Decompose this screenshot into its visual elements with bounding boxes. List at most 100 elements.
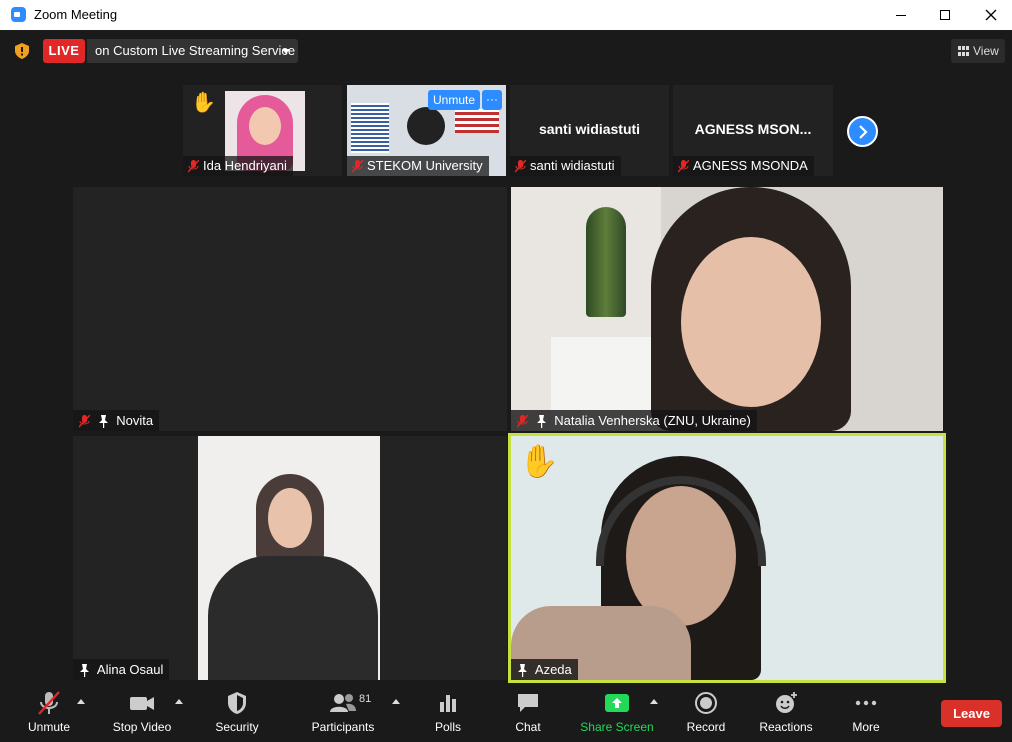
participant-name-bar: Alina Osaul bbox=[73, 659, 170, 680]
video-face bbox=[681, 237, 821, 407]
participant-display-name: AGNESS MSON... bbox=[694, 121, 812, 137]
live-service-label: on Custom Live Streaming Service bbox=[95, 43, 296, 58]
pin-icon bbox=[518, 664, 527, 678]
video-tile-novita[interactable]: Novita bbox=[73, 187, 507, 431]
strip-tile-stekom[interactable]: Unmute ··· STEKOM University bbox=[347, 85, 506, 176]
participants-options-caret[interactable] bbox=[392, 699, 400, 704]
live-service-dropdown[interactable]: on Custom Live Streaming Service bbox=[87, 39, 298, 63]
muted-mic-icon bbox=[678, 160, 689, 173]
stop-video-label: Stop Video bbox=[112, 720, 172, 734]
participant-name: Azeda bbox=[534, 662, 572, 677]
more-button[interactable]: More bbox=[846, 684, 886, 742]
security-button[interactable]: Security bbox=[210, 684, 264, 742]
muted-mic-icon bbox=[188, 160, 199, 173]
participant-name: Novita bbox=[116, 413, 154, 428]
muted-mic-icon bbox=[515, 160, 526, 173]
participant-name-bar: Novita bbox=[73, 410, 160, 431]
audio-options-caret[interactable] bbox=[77, 699, 85, 704]
window-title: Zoom Meeting bbox=[34, 7, 118, 22]
participants-icon bbox=[330, 694, 356, 712]
close-icon bbox=[985, 9, 997, 21]
stop-video-button[interactable]: Stop Video bbox=[108, 684, 176, 742]
muted-mic-icon bbox=[38, 691, 60, 715]
unmute-overlay-button[interactable]: Unmute bbox=[428, 90, 480, 110]
pin-icon bbox=[98, 415, 108, 429]
meeting-toolbar: Unmute Stop Video Security Participants … bbox=[0, 684, 1012, 742]
leave-button[interactable]: Leave bbox=[941, 700, 1002, 727]
participant-name: Ida Hendriyani bbox=[203, 158, 287, 173]
share-screen-label: Share Screen bbox=[580, 720, 654, 734]
unmute-button[interactable]: Unmute bbox=[18, 684, 80, 742]
video-options-caret[interactable] bbox=[175, 699, 183, 704]
record-button[interactable]: Record bbox=[684, 684, 728, 742]
video-tile-natalia[interactable]: Natalia Venherska (ZNU, Ukraine) bbox=[511, 187, 943, 431]
polls-button[interactable]: Polls bbox=[426, 684, 470, 742]
video-tile-alina[interactable]: Alina Osaul bbox=[73, 436, 507, 680]
strip-tile-santi[interactable]: santi widiastuti santi widiastuti bbox=[510, 85, 669, 176]
video-camera-icon bbox=[130, 697, 154, 710]
encryption-shield-icon[interactable] bbox=[15, 43, 29, 59]
record-label: Record bbox=[686, 720, 726, 734]
participants-count: 81 bbox=[359, 693, 372, 705]
chat-label: Chat bbox=[515, 720, 541, 734]
reactions-smiley-icon bbox=[776, 692, 797, 713]
record-icon bbox=[695, 692, 717, 714]
raised-hand-icon: ✋ bbox=[519, 443, 559, 479]
more-dots-icon bbox=[855, 700, 877, 706]
caret-down-icon bbox=[282, 49, 290, 54]
participant-name-bar: Natalia Venherska (ZNU, Ukraine) bbox=[511, 410, 757, 431]
reactions-button[interactable]: Reactions bbox=[757, 684, 815, 742]
chat-button[interactable]: Chat bbox=[508, 684, 548, 742]
view-button[interactable]: View bbox=[951, 39, 1005, 63]
close-button[interactable] bbox=[968, 0, 1012, 30]
participant-name: Alina Osaul bbox=[96, 662, 164, 677]
participant-name: AGNESS MSONDA bbox=[693, 158, 808, 173]
meeting-top-bar: LIVE on Custom Live Streaming Service Vi… bbox=[0, 30, 1012, 72]
participant-name-bar: AGNESS MSONDA bbox=[673, 156, 814, 176]
participant-name-bar: STEKOM University bbox=[347, 156, 489, 176]
unmute-label: Unmute bbox=[27, 720, 71, 734]
live-badge[interactable]: LIVE bbox=[43, 39, 85, 63]
raised-hand-icon: ✋ bbox=[191, 92, 216, 114]
share-screen-button[interactable]: Share Screen bbox=[578, 684, 656, 742]
participant-name-bar: santi widiastuti bbox=[510, 156, 621, 176]
participant-name-bar: Azeda bbox=[511, 659, 578, 680]
strip-tile-agness[interactable]: AGNESS MSON... AGNESS MSONDA bbox=[673, 85, 833, 176]
view-label: View bbox=[973, 44, 999, 58]
muted-mic-icon bbox=[517, 415, 528, 428]
maximize-icon bbox=[940, 10, 950, 21]
chat-bubble-icon bbox=[518, 694, 538, 712]
participant-name-bar: Ida Hendriyani bbox=[183, 156, 293, 176]
zoom-app-icon bbox=[11, 7, 26, 22]
pin-icon bbox=[80, 664, 89, 678]
minimize-icon bbox=[896, 14, 906, 16]
title-bar: Zoom Meeting bbox=[0, 0, 1012, 30]
video-plant bbox=[586, 207, 626, 317]
pin-icon bbox=[536, 415, 546, 429]
muted-mic-icon bbox=[352, 160, 363, 173]
reactions-label: Reactions bbox=[759, 720, 813, 734]
more-label: More bbox=[852, 720, 880, 734]
grid-view-icon bbox=[958, 46, 969, 56]
video-tile-azeda[interactable]: ✋ Azeda bbox=[511, 436, 943, 680]
participants-label: Participants bbox=[311, 720, 375, 734]
strip-tile-ida[interactable]: ✋ Ida Hendriyani bbox=[183, 85, 342, 176]
video-background bbox=[198, 436, 380, 680]
participant-name: STEKOM University bbox=[367, 158, 483, 173]
polls-label: Polls bbox=[434, 720, 461, 734]
share-screen-icon bbox=[605, 694, 629, 712]
polls-bar-chart-icon bbox=[440, 695, 456, 712]
security-label: Security bbox=[215, 720, 259, 734]
participant-display-name: santi widiastuti bbox=[538, 121, 641, 137]
participant-name: santi widiastuti bbox=[530, 158, 615, 173]
share-options-caret[interactable] bbox=[650, 699, 658, 704]
muted-mic-icon bbox=[79, 415, 90, 428]
more-options-button[interactable]: ··· bbox=[482, 90, 502, 110]
participant-name: Natalia Venherska (ZNU, Ukraine) bbox=[554, 413, 751, 428]
maximize-button[interactable] bbox=[922, 0, 968, 30]
minimize-button[interactable] bbox=[878, 0, 924, 30]
next-page-button[interactable] bbox=[847, 116, 878, 147]
security-shield-icon bbox=[228, 692, 246, 714]
chevron-right-icon bbox=[859, 125, 868, 139]
zoom-window: Zoom Meeting LIVE on Custom Live Streami… bbox=[0, 0, 1012, 742]
